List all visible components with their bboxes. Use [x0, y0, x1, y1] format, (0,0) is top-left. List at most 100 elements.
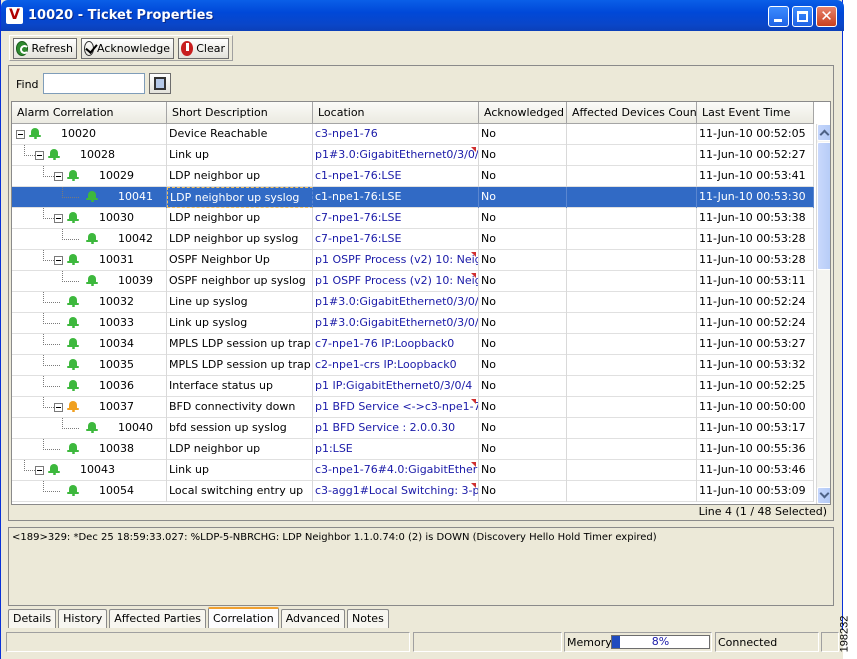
find-options-button[interactable] — [149, 73, 171, 94]
tree-connector — [43, 292, 44, 303]
alarm-id: 10039 — [118, 274, 153, 287]
alarm-bell-icon — [67, 169, 79, 181]
table-row[interactable]: 10039 OSPF neighbor up syslog p1 OSPF Proc… — [12, 271, 814, 292]
table-row[interactable]: 10054 Local switching entry up c3-agg1#Loc… — [12, 481, 814, 502]
truncated-indicator-icon — [471, 147, 476, 152]
refresh-button[interactable]: Refresh — [13, 38, 77, 59]
scroll-up-button[interactable] — [817, 124, 830, 141]
resize-grip[interactable] — [821, 632, 839, 652]
maximize-button[interactable] — [792, 6, 813, 27]
acknowledged-cell: No — [479, 439, 567, 460]
find-label: Find : — [16, 78, 46, 91]
acknowledged-cell: No — [479, 397, 567, 418]
alarm-tree-cell[interactable]: 10039 — [12, 271, 167, 292]
alarm-tree-cell[interactable]: 10030 — [12, 208, 167, 229]
close-button[interactable]: ✕ — [816, 6, 837, 27]
column-header-location[interactable]: Location — [313, 102, 479, 124]
affected-devices-count-cell — [567, 334, 697, 355]
location-cell: c7-npe1-76:LSE — [313, 229, 479, 250]
table-row[interactable]: 10037 BFD connectivity down p1 BFD Service… — [12, 397, 814, 418]
close-icon: ✕ — [820, 7, 833, 25]
column-header-affected-devices-count[interactable]: Affected Devices Count — [567, 102, 697, 124]
alarm-tree-cell[interactable]: 10035 — [12, 355, 167, 376]
refresh-icon — [16, 41, 30, 56]
tab-details[interactable]: Details — [8, 609, 57, 628]
column-header-alarm-correlation[interactable]: Alarm Correlation — [12, 102, 167, 124]
collapse-toggle[interactable] — [54, 172, 63, 181]
vertical-scrollbar[interactable] — [816, 124, 830, 504]
table-row[interactable]: 10032 Line up syslog p1#3.0:GigabitEtherne… — [12, 292, 814, 313]
clear-button[interactable]: Clear — [178, 38, 229, 59]
alarm-tree-cell[interactable]: 10028 — [12, 145, 167, 166]
table-row[interactable]: 10042 LDP neighbor up syslog c7-npe1-76:LS… — [12, 229, 814, 250]
truncated-indicator-icon — [471, 252, 476, 257]
tree-connector — [43, 491, 60, 492]
table-row[interactable]: 10041 LDP neighbor up syslog c1-npe1-76:LS… — [12, 187, 814, 208]
collapse-toggle[interactable] — [35, 466, 44, 475]
tab-correlation[interactable]: Correlation — [208, 607, 279, 628]
column-header-last-event-time[interactable]: Last Event Time — [697, 102, 814, 124]
alarm-tree-cell[interactable]: 10041 — [12, 187, 167, 208]
table-row[interactable]: 10030 LDP neighbor up c7-npe1-76:LSE No 11-J… — [12, 208, 814, 229]
affected-devices-count-cell — [567, 355, 697, 376]
truncated-indicator-icon — [471, 273, 476, 278]
alarm-tree-cell[interactable]: 10043 — [12, 460, 167, 481]
collapse-toggle[interactable] — [54, 214, 63, 223]
collapse-toggle[interactable] — [35, 151, 44, 160]
tab-notes[interactable]: Notes — [347, 609, 389, 628]
table-row[interactable]: 10035 MPLS LDP session up trap c2-npe1-crs… — [12, 355, 814, 376]
tab-bar: Details History Affected Parties Correlatio… — [8, 607, 391, 629]
alarm-tree-cell[interactable]: 10032 — [12, 292, 167, 313]
table-row[interactable]: 10038 LDP neighbor up p1:LSE No 11-Jun-10 00… — [12, 439, 814, 460]
alarm-tree-cell[interactable]: 10054 — [12, 481, 167, 502]
scroll-down-button[interactable] — [817, 487, 830, 504]
column-header-acknowledged[interactable]: Acknowledged — [479, 102, 567, 124]
column-header-short-description[interactable]: Short Description — [167, 102, 313, 124]
alarm-tree-cell[interactable]: 10040 — [12, 418, 167, 439]
short-description-cell: Link up — [167, 460, 313, 481]
alarm-bell-icon — [86, 190, 98, 202]
save-icon — [154, 77, 166, 90]
alarm-tree-cell[interactable]: 10034 — [12, 334, 167, 355]
acknowledge-button[interactable]: Acknowledge — [81, 38, 174, 59]
alarm-tree-cell[interactable]: 10033 — [12, 313, 167, 334]
table-row[interactable]: 10033 Link up syslog p1#3.0:GigabitEtherne… — [12, 313, 814, 334]
alarm-tree-cell[interactable]: 10042 — [12, 229, 167, 250]
collapse-toggle[interactable] — [16, 130, 25, 139]
maximize-icon — [797, 11, 808, 22]
alarm-bell-icon — [67, 358, 79, 370]
collapse-toggle[interactable] — [54, 256, 63, 265]
alarm-tree-cell[interactable]: 10036 — [12, 376, 167, 397]
alarm-bell-icon — [67, 484, 79, 496]
table-row[interactable]: 10031 OSPF Neighbor Up p1 OSPF Process (v2… — [12, 250, 814, 271]
table-row[interactable]: 10028 Link up p1#3.0:GigabitEthernet0/3/0/… — [12, 145, 814, 166]
scrollbar-thumb[interactable] — [817, 142, 830, 270]
tab-affected-parties[interactable]: Affected Parties — [109, 609, 207, 628]
tab-history[interactable]: History — [58, 609, 108, 628]
tab-advanced[interactable]: Advanced — [280, 609, 346, 628]
table-status-line: Line 4 (1 / 48 Selected) — [11, 504, 831, 519]
table-row[interactable]: 10036 Interface status up p1 IP:GigabitEth… — [12, 376, 814, 397]
minimize-button[interactable] — [768, 6, 789, 27]
collapse-toggle[interactable] — [54, 403, 63, 412]
table-row[interactable]: 10043 Link up c3-npe1-76#4.0:GigabitEthern… — [12, 460, 814, 481]
alarm-tree-cell[interactable]: 10020 — [12, 124, 167, 145]
title-bar[interactable]: V 10020 - Ticket Properties ✕ — [1, 0, 844, 31]
last-event-time-cell: 11-Jun-10 00:52:24 — [697, 313, 814, 334]
short-description-cell: Local switching entry up — [167, 481, 313, 502]
connection-field: Connected — [715, 632, 819, 652]
table-row[interactable]: 10029 LDP neighbor up c1-npe1-76:LSE No 11-J… — [12, 166, 814, 187]
acknowledged-cell: No — [479, 481, 567, 502]
alarm-tree-cell[interactable]: 10031 — [12, 250, 167, 271]
find-input[interactable] — [43, 73, 145, 94]
checkmark-icon — [84, 41, 94, 56]
table-row[interactable]: 10020 Device Reachable c3-npe1-76 No 11-Jun-… — [12, 124, 814, 145]
alarm-tree-cell[interactable]: 10038 — [12, 439, 167, 460]
alarm-tree-cell[interactable]: 10029 — [12, 166, 167, 187]
table-row[interactable]: 10034 MPLS LDP session up trap c7-npe1-76 … — [12, 334, 814, 355]
tree-connector — [43, 302, 60, 303]
alarm-tree-cell[interactable]: 10037 — [12, 397, 167, 418]
tree-connector — [43, 386, 60, 387]
table-row[interactable]: 10040 bfd session up syslog p1 BFD Service… — [12, 418, 814, 439]
tree-connector — [62, 281, 79, 282]
